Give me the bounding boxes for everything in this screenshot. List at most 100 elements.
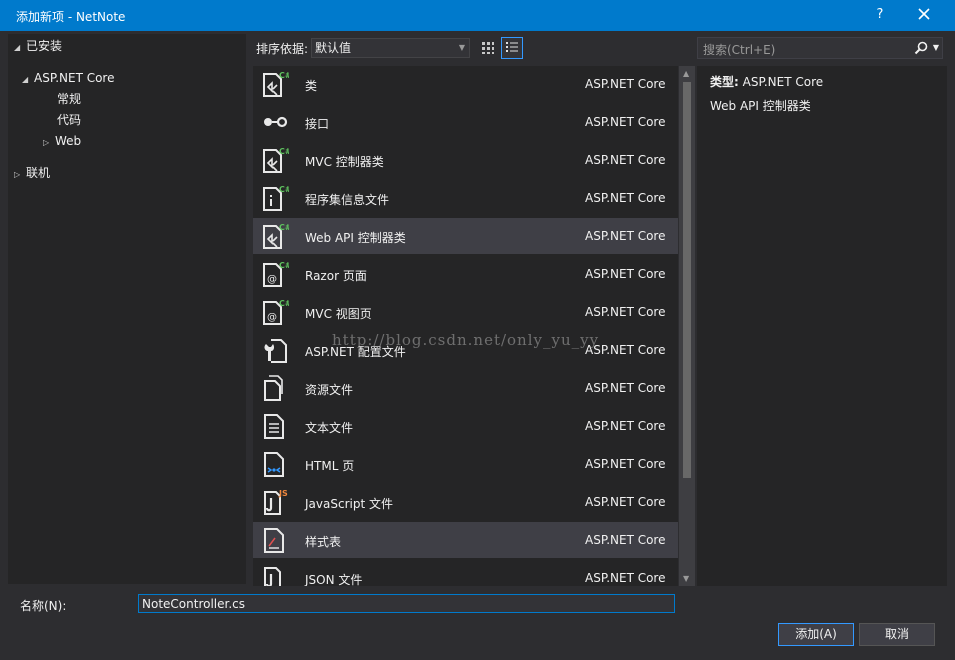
detail-type: 类型: ASP.NET Core: [710, 73, 823, 90]
svg-text:C#: C#: [279, 147, 289, 156]
close-button[interactable]: [912, 4, 936, 26]
tree-item-general[interactable]: 常规: [57, 89, 81, 109]
item-name: Razor 页面: [305, 269, 367, 283]
tree-item-web[interactable]: ▷ Web: [43, 131, 81, 151]
svg-text:C#: C#: [279, 185, 289, 194]
item-name: JavaScript 文件: [305, 497, 393, 511]
item-category: ASP.NET Core: [585, 77, 666, 91]
item-category: ASP.NET Core: [585, 153, 666, 167]
text-file-icon: [264, 414, 284, 439]
svg-text:C#: C#: [279, 299, 289, 308]
list-scrollbar[interactable]: ▲ ▼: [679, 66, 695, 586]
detail-type-value: ASP.NET Core: [742, 75, 824, 89]
javascript-file-icon: JS: [264, 489, 288, 515]
close-icon: [918, 8, 930, 20]
item-name: 样式表: [305, 535, 342, 549]
title-bar: 添加新项 - NetNote ?: [0, 0, 955, 31]
svg-text:C#: C#: [279, 223, 289, 232]
name-field[interactable]: [138, 594, 675, 613]
item-name: 接口: [305, 117, 330, 131]
item-name: 资源文件: [305, 383, 354, 397]
tree-item-label: ASP.NET Core: [34, 71, 115, 85]
template-list: C# 类 ASP.NET Core 接口 ASP.NET Core C# MVC…: [253, 66, 678, 586]
csharp-controller-icon: C#: [263, 147, 289, 173]
tree-item-installed[interactable]: ◢ 已安装: [14, 36, 62, 56]
search-input[interactable]: 搜索(Ctrl+E) ▼: [697, 37, 943, 59]
list-view-icon: [506, 42, 518, 52]
list-item[interactable]: JSON 文件 ASP.NET Core: [253, 560, 678, 586]
list-item[interactable]: @ C# MVC 视图页 ASP.NET Core: [253, 294, 678, 330]
item-category: ASP.NET Core: [585, 457, 666, 471]
list-item[interactable]: C# 类 ASP.NET Core: [253, 66, 678, 102]
list-item[interactable]: 接口 ASP.NET Core: [253, 104, 678, 140]
tree-item-online[interactable]: ▷ 联机: [14, 163, 50, 183]
svg-text:C#: C#: [279, 261, 289, 270]
sort-dropdown[interactable]: 默认值 ▼: [311, 38, 470, 58]
list-item[interactable]: @ C# Razor 页面 ASP.NET Core: [253, 256, 678, 292]
item-name: 程序集信息文件: [305, 193, 390, 207]
config-file-icon: [264, 339, 287, 363]
svg-text:JS: JS: [278, 489, 288, 498]
item-name: MVC 视图页: [305, 307, 372, 321]
collapsed-triangle-icon: ▷: [43, 138, 50, 147]
svg-text:C#: C#: [279, 71, 289, 80]
list-item[interactable]: C# 程序集信息文件 ASP.NET Core: [253, 180, 678, 216]
details-view-button[interactable]: [501, 37, 523, 59]
sort-label: 排序依据:: [256, 42, 309, 56]
tree-item-code[interactable]: 代码: [57, 110, 81, 130]
search-icon[interactable]: [914, 41, 928, 55]
item-name: MVC 控制器类: [305, 155, 384, 169]
razor-page-icon: @ C#: [263, 261, 289, 287]
list-item-hover[interactable]: 样式表 ASP.NET Core: [253, 522, 678, 558]
interface-icon: [264, 116, 288, 128]
tree-item-aspnet-core[interactable]: ◢ ASP.NET Core: [22, 68, 114, 88]
json-file-icon: [264, 567, 281, 586]
list-item[interactable]: C# MVC 控制器类 ASP.NET Core: [253, 142, 678, 178]
expanded-triangle-icon: ◢: [14, 43, 21, 52]
chevron-down-icon: ▼: [458, 43, 465, 52]
list-item[interactable]: JS JavaScript 文件 ASP.NET Core: [253, 484, 678, 520]
list-item[interactable]: 资源文件 ASP.NET Core: [253, 370, 678, 406]
item-name: Web API 控制器类: [305, 231, 406, 245]
name-label: 名称(N):: [20, 599, 67, 613]
add-button[interactable]: 添加(A): [778, 623, 854, 646]
csharp-controller-icon: C#: [263, 223, 289, 249]
tree-item-label: Web: [55, 134, 82, 148]
item-category: ASP.NET Core: [585, 229, 666, 243]
list-item-selected[interactable]: C# Web API 控制器类 ASP.NET Core: [253, 218, 678, 254]
help-button[interactable]: ?: [870, 5, 890, 25]
stylesheet-icon: [264, 528, 284, 553]
item-category: ASP.NET Core: [585, 571, 666, 585]
scroll-thumb[interactable]: [683, 82, 691, 478]
chevron-down-icon[interactable]: ▼: [933, 40, 939, 56]
cancel-button[interactable]: 取消: [859, 623, 935, 646]
html-page-icon: [264, 452, 284, 477]
svg-text:@: @: [267, 312, 277, 323]
sort-value: 默认值: [315, 41, 352, 55]
expanded-triangle-icon: ◢: [22, 75, 29, 84]
search-placeholder: 搜索(Ctrl+E): [703, 43, 776, 57]
item-name: HTML 页: [305, 459, 355, 473]
tree-item-label: 已安装: [26, 39, 63, 53]
item-category: ASP.NET Core: [585, 419, 666, 433]
grid-view-icon: [482, 42, 494, 54]
scroll-up-icon[interactable]: ▲: [683, 69, 689, 78]
list-item[interactable]: 文本文件 ASP.NET Core: [253, 408, 678, 444]
item-name: JSON 文件: [305, 573, 363, 586]
small-icons-view-button[interactable]: [477, 37, 499, 59]
window-title: 添加新项 - NetNote: [16, 10, 126, 24]
detail-type-label: 类型:: [710, 75, 739, 89]
item-category: ASP.NET Core: [585, 381, 666, 395]
scroll-down-icon[interactable]: ▼: [683, 574, 689, 583]
item-category: ASP.NET Core: [585, 191, 666, 205]
watermark: http://blog.csdn.net/only_yu_yy: [332, 331, 600, 349]
item-category: ASP.NET Core: [585, 495, 666, 509]
item-category: ASP.NET Core: [585, 115, 666, 129]
csharp-class-icon: C#: [263, 71, 289, 97]
assembly-info-icon: C#: [263, 185, 289, 211]
list-item[interactable]: HTML 页 ASP.NET Core: [253, 446, 678, 482]
collapsed-triangle-icon: ▷: [14, 170, 21, 179]
detail-description: Web API 控制器类: [710, 99, 811, 113]
svg-text:@: @: [267, 274, 277, 285]
item-name: 类: [305, 79, 318, 93]
